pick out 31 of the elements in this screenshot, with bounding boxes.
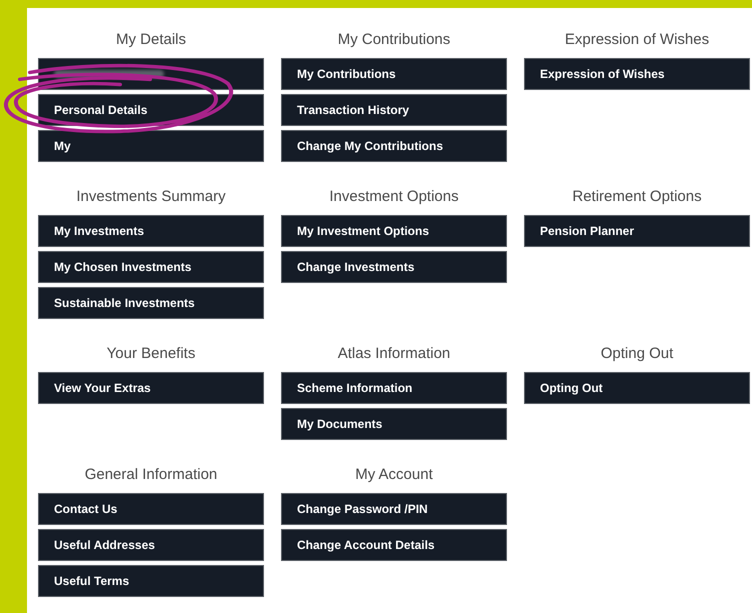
menu-button[interactable]: Contact Us	[38, 493, 264, 525]
menu-button[interactable]: Scheme Information	[281, 372, 507, 404]
menu-button[interactable]: My Investment Options	[281, 215, 507, 247]
section-heading: My Details	[114, 30, 187, 50]
menu-button[interactable]: Change Password /PIN	[281, 493, 507, 525]
menu-button[interactable]: My Contributions	[281, 58, 507, 90]
section-heading: Investment Options	[328, 187, 460, 207]
section-heading: Expression of Wishes	[564, 30, 710, 50]
menu-button[interactable]: Change Investments	[281, 251, 507, 283]
menu-button[interactable]: My Documents	[281, 408, 507, 440]
section-heading: My Account	[354, 465, 434, 485]
menu-button[interactable]: Useful Terms	[38, 565, 264, 597]
menu-button[interactable]: View Your Extras	[38, 372, 264, 404]
section-heading: Opting Out	[600, 344, 674, 364]
menu-button[interactable]: Pension Planner	[524, 215, 750, 247]
section-heading: Your Benefits	[106, 344, 196, 364]
menu-button[interactable]: Change My Contributions	[281, 130, 507, 162]
section-heading: General Information	[84, 465, 218, 485]
menu-button[interactable]: Sustainable Investments	[38, 287, 264, 319]
menu-button[interactable]: Useful Addresses	[38, 529, 264, 561]
section-heading: My Contributions	[336, 30, 452, 50]
section-heading: Investments Summary	[75, 187, 227, 207]
menu-button[interactable]: My Chosen Investments	[38, 251, 264, 283]
menu-button[interactable]: Opting Out	[524, 372, 750, 404]
menu-button[interactable]: Expression of Wishes	[524, 58, 750, 90]
menu-button[interactable]: Transaction History	[281, 94, 507, 126]
menu-button[interactable]: My Investments	[38, 215, 264, 247]
section-heading: Atlas Information	[336, 344, 452, 364]
menu-button[interactable]: My	[38, 130, 264, 162]
section-heading: Retirement Options	[571, 187, 703, 207]
menu-button[interactable]: Change Account Details	[281, 529, 507, 561]
